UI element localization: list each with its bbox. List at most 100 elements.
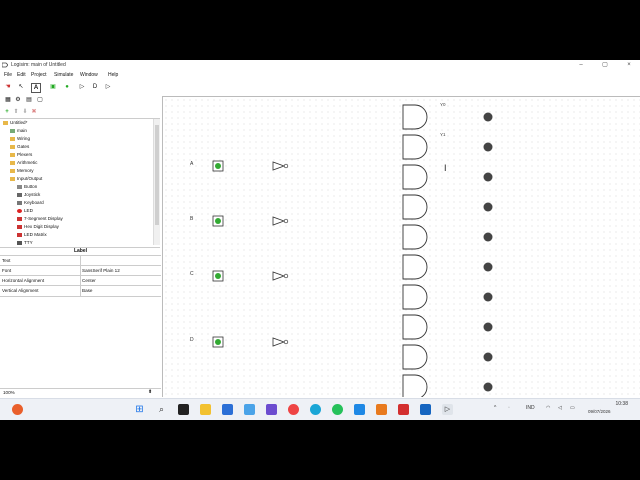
minimize-button[interactable]: – [576, 61, 586, 69]
tree-item[interactable]: Input/Output [10, 176, 42, 181]
tree-item-label: Input/Output [17, 176, 43, 181]
output-pin[interactable] [483, 232, 493, 242]
tree-item-label: Untitled* [10, 120, 28, 125]
tree-item[interactable]: Untitled* [3, 120, 27, 125]
zoom-level[interactable]: 100% [3, 390, 15, 395]
add-circuit-icon[interactable]: + [3, 108, 11, 116]
joystick-icon [17, 192, 22, 197]
clock-date[interactable]: 09/07/2026 [588, 409, 611, 414]
chrome-icon[interactable] [288, 404, 299, 415]
tree-item[interactable]: Gates [10, 144, 29, 149]
output-pin[interactable] [483, 262, 493, 272]
output-pin[interactable] [483, 382, 493, 392]
menu-window[interactable]: Window [80, 72, 98, 78]
menu-file[interactable]: File [4, 72, 12, 78]
editor-icon[interactable] [354, 404, 365, 415]
search-icon[interactable]: ⌕ [156, 404, 167, 415]
edge-icon[interactable] [310, 404, 321, 415]
whatsapp-icon[interactable] [332, 404, 343, 415]
output-pin[interactable] [483, 202, 493, 212]
appearance-view-icon[interactable]: ⚙ [14, 96, 22, 104]
hex-display-icon [17, 224, 22, 229]
input-label: B [190, 216, 194, 222]
store-icon[interactable] [222, 404, 233, 415]
photos-icon[interactable] [244, 404, 255, 415]
tree-item[interactable]: Joystick [17, 192, 40, 197]
volume-icon[interactable]: ◁ [558, 405, 562, 411]
toolbox-view-icon[interactable]: ▤ [25, 96, 33, 104]
circuit-drawing: A B C D Y0 Y1 I [190, 102, 493, 400]
tree-item[interactable]: Memory [10, 168, 34, 173]
not-gate-tool-icon[interactable]: ▷ [78, 83, 86, 91]
simulation-view-icon[interactable]: ▢ [36, 96, 44, 104]
windows-start-icon[interactable]: ⊞ [134, 404, 145, 415]
circuit-canvas[interactable]: A B C D Y0 Y1 I [162, 96, 640, 400]
input-pin-tool-icon[interactable]: ▣ [49, 83, 57, 91]
menu-help[interactable]: Help [108, 72, 118, 78]
select-tool-icon[interactable]: ↖ [17, 83, 25, 91]
file-explorer-icon[interactable] [200, 404, 211, 415]
and-gate [402, 164, 428, 190]
menu-edit[interactable]: Edit [17, 72, 26, 78]
attribute-table: Label Text Font SansSerif Plain 12 Horiz… [0, 247, 161, 307]
clock-time[interactable]: 10:38 [602, 401, 628, 407]
app-orange-icon[interactable] [376, 404, 387, 415]
tray-chevron-icon[interactable]: ^ [494, 405, 496, 411]
language-indicator[interactable]: IND [526, 405, 535, 411]
notification-app-icon[interactable] [12, 404, 23, 415]
tree-item[interactable]: Arithmetic [10, 160, 37, 165]
explorer-scroll-thumb[interactable] [155, 125, 159, 225]
text-tool-icon[interactable]: A [31, 83, 41, 93]
battery-icon[interactable]: ▭ [570, 405, 575, 411]
tray-app-icon[interactable]: ▫ [508, 405, 510, 411]
layout-view-icon[interactable]: ▦ [4, 96, 12, 104]
and-gate-tool-icon[interactable]: D [91, 83, 99, 91]
zoom-stepper-icon[interactable]: ⬍ [148, 389, 152, 395]
close-button[interactable]: × [624, 61, 634, 69]
tree-item[interactable]: TTY [17, 240, 33, 245]
tree-item[interactable]: Plexers [10, 152, 32, 157]
move-down-icon[interactable]: ⬇ [21, 108, 29, 116]
attribute-value[interactable]: SansSerif Plain 12 [82, 268, 120, 273]
menu-simulate[interactable]: Simulate [54, 72, 73, 78]
zoom-bar: 100% ⬍ [0, 388, 161, 397]
attribute-value[interactable]: Base [82, 288, 92, 293]
output-pin[interactable] [483, 172, 493, 182]
poke-tool-icon[interactable]: ☚ [4, 83, 12, 91]
shield-icon[interactable] [398, 404, 409, 415]
output-pin[interactable] [483, 322, 493, 332]
output-pin[interactable] [483, 142, 493, 152]
folder-icon [10, 136, 15, 141]
tree-item[interactable]: main [10, 128, 27, 133]
tree-item[interactable]: Wiring [10, 136, 30, 141]
explorer-scrollbar[interactable] [153, 119, 160, 245]
delete-circuit-icon[interactable]: ✖ [30, 108, 38, 116]
logisim-taskbar-icon[interactable]: ▷ [442, 404, 453, 415]
tree-item[interactable]: LED [17, 208, 33, 213]
maximize-button[interactable]: ▢ [600, 61, 610, 69]
text-cursor-icon: I [444, 163, 447, 173]
input-pin-state [215, 163, 221, 169]
attribute-row[interactable]: Vertical Alignment Base [0, 285, 161, 297]
output-pin[interactable] [483, 292, 493, 302]
wifi-icon[interactable]: ◠ [546, 405, 550, 411]
tree-item[interactable]: Keyboard [17, 200, 44, 205]
menu-project[interactable]: Project [31, 72, 47, 78]
tree-item[interactable]: Hex Digit Display [17, 224, 59, 229]
folder-icon [10, 160, 15, 165]
tree-item[interactable]: Button [17, 184, 37, 189]
output-pin[interactable] [483, 352, 493, 362]
attribute-value[interactable]: Center [82, 278, 96, 283]
outlook-icon[interactable] [420, 404, 431, 415]
tree-item[interactable]: 7-Segment Display [17, 216, 63, 221]
output-pin-tool-icon[interactable]: ● [63, 83, 71, 91]
attribute-table-title: Label [73, 248, 88, 254]
or-gate-tool-icon[interactable]: ▷ [104, 83, 112, 91]
not-gate-bubble [283, 163, 289, 169]
teams-icon[interactable] [266, 404, 277, 415]
task-view-icon[interactable] [178, 404, 189, 415]
output-pin[interactable] [483, 112, 493, 122]
not-gate-bubble [283, 218, 289, 224]
move-up-icon[interactable]: ⬆ [12, 108, 20, 116]
tree-item[interactable]: LED Matrix [17, 232, 47, 237]
